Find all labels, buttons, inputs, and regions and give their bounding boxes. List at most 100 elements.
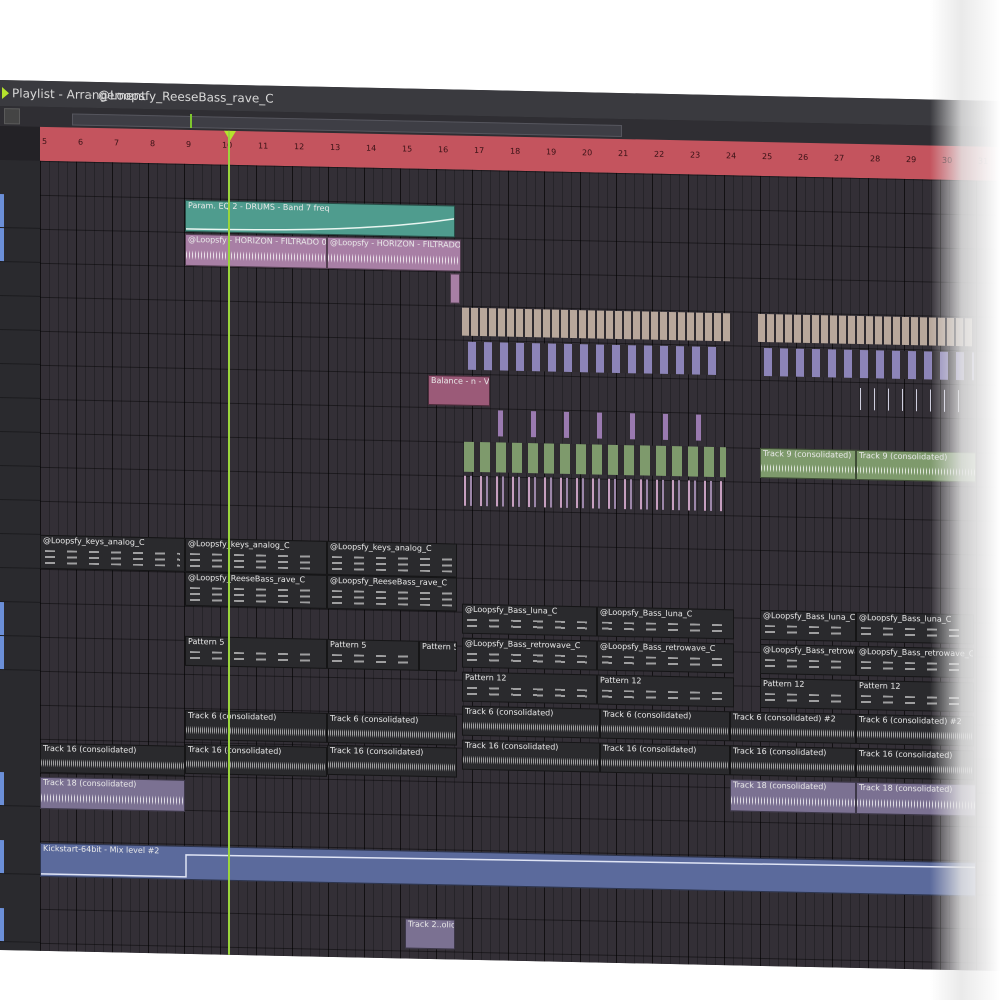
snap-tool-icon[interactable] [4, 108, 20, 125]
pattern-clip[interactable]: @Loopsfy_Bass_retrowave_C [462, 637, 597, 671]
audio-clip[interactable]: Track 2..olidated) [405, 918, 455, 950]
bar-number: 8 [150, 139, 156, 149]
audio-clip[interactable]: Track 16 (consolidated) [600, 742, 730, 776]
audio-clip[interactable]: Track 18 (consolidated) [730, 779, 856, 814]
automation-clip[interactable]: Param. EQ 2 - DRUMS - Band 7 freq [185, 199, 455, 238]
audio-clip[interactable]: Track 18 (consolidated) [40, 776, 185, 812]
bar-number: 18 [510, 146, 521, 156]
track-header[interactable] [0, 772, 40, 807]
audio-clip[interactable]: Track 6 (consolidated) [600, 708, 730, 742]
track-header[interactable] [0, 364, 40, 399]
audio-clip[interactable]: Track 16 (consolidated) [327, 744, 457, 778]
playlist-grid[interactable]: Param. EQ 2 - DRUMS - Band 7 freq @Loops… [40, 160, 1000, 971]
audio-clip[interactable]: Track 16 (consolidated) [462, 739, 600, 773]
bar-number: 22 [654, 149, 665, 159]
track-header[interactable] [0, 636, 40, 671]
current-pattern-name[interactable]: @Loopsfy_ReeseBass_rave_C [98, 82, 274, 112]
track-header[interactable] [0, 296, 40, 331]
audio-slices[interactable] [464, 475, 726, 512]
audio-slices[interactable] [498, 410, 718, 442]
clip-label: Pattern 12 [600, 675, 642, 686]
track-color-strip [0, 228, 4, 262]
audio-clip[interactable]: Track 16 (consolidated) [185, 743, 327, 777]
pattern-clip[interactable]: @Loopsfy_Bass_luna_C [462, 603, 597, 637]
clip-label: Track 16 (consolidated) [330, 745, 424, 757]
waveform [41, 755, 184, 773]
track-header[interactable] [0, 568, 40, 603]
clip-label: Pattern 12 [763, 678, 805, 689]
waveform [463, 718, 599, 736]
track-header[interactable] [0, 330, 40, 365]
track-header[interactable] [0, 466, 40, 501]
track-header[interactable] [0, 228, 40, 263]
audio-clip[interactable]: Track 6 (consolidated) [327, 712, 457, 746]
track-header[interactable] [0, 262, 40, 297]
playhead-line[interactable] [228, 130, 230, 955]
pattern-clip[interactable]: @Loopsfy_Bass_luna_C [597, 606, 734, 640]
pattern-clip[interactable]: @Loopsfy_ReeseBass_rave_C [327, 574, 457, 612]
pattern-clip[interactable]: Pattern 5 [419, 640, 457, 672]
pattern-clip[interactable]: @Loopsfy_keys_analog_C [327, 540, 457, 578]
audio-clip[interactable]: @Loopsfy - HORIZON - FILTRADO 03 100 BPM [185, 233, 327, 269]
clip-label: @Loopsfy_Bass_luna_C [763, 610, 856, 622]
audio-clip[interactable]: @Loopsfy - HORIZON - FILTRADO 03 100 BPM [327, 236, 461, 272]
track-header[interactable] [0, 500, 40, 535]
pattern-clip[interactable]: @Loopsfy_Bass_retrowave_C [760, 643, 856, 676]
playlist-window: Playlist - Arrangement › @Loopsfy_ReeseB… [0, 80, 1000, 971]
pattern-clip[interactable]: @Loopsfy_Bass_retrowave_C [597, 640, 734, 674]
track-color-strip [0, 636, 4, 670]
waveform [186, 756, 326, 774]
audio-clip[interactable]: Track 9 (consolidated) [760, 447, 856, 480]
audio-slices[interactable] [464, 441, 726, 478]
track-header[interactable] [0, 194, 40, 229]
clip-label: Track 6 (consolidated) [603, 709, 692, 721]
clip-label: Pattern 12 [465, 672, 507, 683]
automation-clip[interactable]: Kickstart-64bit - Mix level #2 [40, 842, 976, 897]
clip-label: Track 18 (consolidated) [733, 780, 827, 792]
pattern-clip[interactable]: Pattern 5 [327, 638, 419, 671]
note-preview [602, 621, 729, 635]
pattern-clip[interactable]: Pattern 5 [185, 635, 327, 669]
play-icon[interactable] [2, 87, 9, 100]
pattern-clip[interactable]: @Loopsfy_ReeseBass_rave_C [185, 571, 327, 609]
waveform [41, 789, 184, 809]
track-header[interactable] [0, 534, 40, 569]
pattern-clip[interactable]: @Loopsfy_keys_analog_C [185, 537, 327, 575]
audio-clip[interactable]: Track 6 (consolidated) #2 [730, 711, 856, 744]
clip-label: @Loopsfy_Bass_retrowave_C [465, 638, 581, 651]
bar-number: 7 [114, 138, 120, 148]
playhead-marker-icon[interactable] [224, 130, 236, 141]
audio-slices[interactable] [462, 307, 732, 342]
track-header[interactable] [0, 432, 40, 467]
note-preview [190, 586, 322, 604]
bar-number: 5 [42, 136, 48, 146]
pattern-clip[interactable]: Pattern 12 [462, 671, 597, 705]
pattern-clip[interactable]: @Loopsfy_keys_analog_C [40, 534, 185, 572]
song-position-marker [190, 113, 192, 129]
track-color-strip [0, 602, 4, 636]
waveform [328, 757, 456, 775]
clip-label: @Loopsfy_keys_analog_C [43, 535, 145, 548]
track-header[interactable] [0, 398, 40, 433]
audio-clip[interactable]: Track 16 (consolidated) [40, 742, 185, 776]
pattern-clip[interactable]: Pattern 12 [597, 674, 734, 708]
note-preview [467, 686, 592, 700]
bar-number: 25 [762, 151, 773, 162]
clip-label: @Loopsfy_Bass_retrowave_C [763, 644, 856, 657]
audio-clip[interactable]: Track 6 (consolidated) [462, 705, 600, 739]
audio-clip[interactable]: Track 6 (consolidated) [185, 709, 327, 743]
bar-number: 9 [186, 139, 192, 150]
pattern-clip[interactable]: @Loopsfy_Bass_luna_C [760, 609, 856, 642]
track-header[interactable] [0, 602, 40, 637]
audio-clip[interactable] [450, 273, 460, 304]
bar-number: 11 [258, 141, 269, 151]
automation-clip[interactable]: Balance - n - Volume [428, 374, 490, 407]
waveform [328, 725, 456, 743]
audio-clip[interactable]: Track 16 (consolidated) [730, 745, 856, 778]
note-preview [765, 659, 851, 671]
audio-slices[interactable] [468, 341, 718, 376]
pattern-clip[interactable]: Pattern 12 [760, 677, 856, 710]
track-header[interactable] [0, 840, 40, 875]
track-header[interactable] [0, 908, 40, 943]
bar-number: 19 [546, 147, 557, 157]
